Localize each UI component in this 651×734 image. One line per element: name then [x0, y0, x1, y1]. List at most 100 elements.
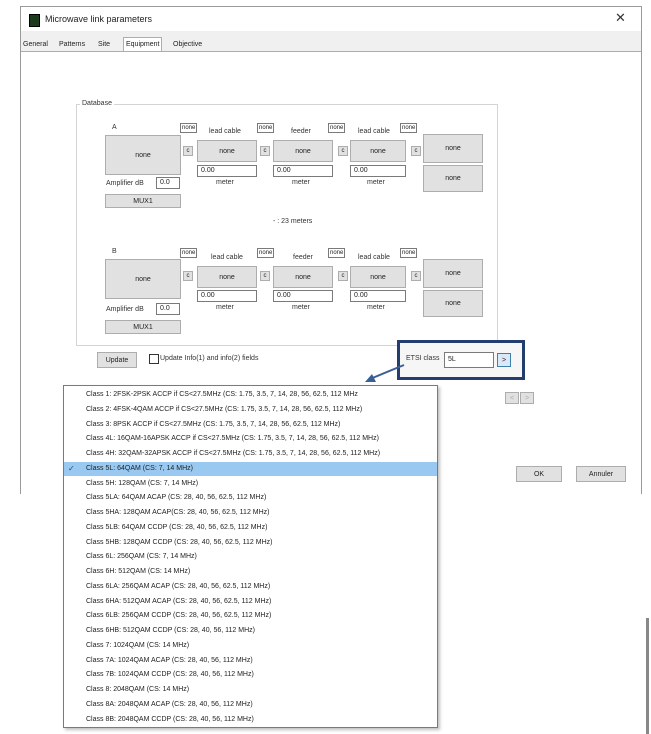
dropdown-option-label: Class 3: 8PSK ACCP if CS<27.5MHz (CS: 1.… — [86, 420, 341, 428]
check-icon: ✓ — [68, 463, 75, 473]
side-a-label: A — [112, 124, 117, 131]
close-icon[interactable]: ✕ — [615, 10, 626, 26]
dropdown-option[interactable]: Class 5LB: 64QAM CCDP (CS: 28, 40, 56, 6… — [64, 521, 437, 535]
dropdown-option[interactable]: Class 7: 1024QAM (CS: 14 MHz) — [64, 639, 437, 653]
dropdown-option[interactable]: Class 8B: 2048QAM CCDP (CS: 28, 40, 56, … — [64, 713, 437, 727]
side-b-seg1-title: lead cable — [211, 254, 243, 261]
side-a-right-button-2[interactable]: none — [423, 165, 483, 192]
side-b-seg1-unit: meter — [216, 304, 234, 311]
side-a-equipment-button[interactable]: none — [105, 135, 181, 175]
dropdown-option-label: Class 6L: 256QAM (CS: 7, 14 MHz) — [86, 553, 197, 561]
tab-objective[interactable]: Objective — [171, 39, 204, 51]
dropdown-option[interactable]: Class 5HA: 128QAM ACAP(CS: 28, 40, 56, 6… — [64, 506, 437, 520]
side-a-seg2-length-input[interactable]: 0.00 — [273, 165, 333, 177]
dropdown-option[interactable]: Class 3: 8PSK ACCP if CS<27.5MHz (CS: 1.… — [64, 418, 437, 432]
side-a-seg1-c-button[interactable]: c — [183, 146, 193, 156]
nav-next-button[interactable]: > — [520, 392, 534, 404]
side-a-seg1-length-input[interactable]: 0.00 — [197, 165, 257, 177]
dropdown-option-label: Class 5L: 64QAM (CS: 7, 14 MHz) — [86, 464, 193, 472]
dropdown-option[interactable]: Class 7B: 1024QAM CCDP (CS: 28, 40, 56, … — [64, 668, 437, 682]
dropdown-option-label: Class 6HB: 512QAM CCDP (CS: 28, 40, 56, … — [86, 627, 255, 634]
dropdown-option-label: Class 6H: 512QAM (CS: 14 MHz) — [86, 568, 191, 575]
side-a-seg3-c-button[interactable]: c — [338, 146, 348, 156]
dropdown-option-label: Class 7: 1024QAM (CS: 14 MHz) — [86, 641, 190, 649]
window-title: Microwave link parameters — [45, 14, 153, 24]
side-a-end-c-button[interactable]: c — [411, 146, 421, 156]
ok-button[interactable]: OK — [516, 466, 562, 482]
dropdown-option-label: Class 1: 2FSK-2PSK ACCP if CS<27.5MHz (C… — [86, 391, 358, 398]
side-a-seg1-none-tag: none — [180, 123, 198, 133]
dropdown-option[interactable]: Class 5HB: 128QAM CCDP (CS: 28, 40, 56, … — [64, 536, 437, 550]
database-label: Database — [80, 100, 114, 107]
dropdown-option[interactable]: Class 8A: 2048QAM ACAP (CS: 28, 40, 56, … — [64, 698, 437, 712]
side-b-seg2-button[interactable]: none — [273, 266, 333, 288]
tab-bar: General Patterns Site Equipment Objectiv… — [21, 37, 641, 52]
side-a-seg2-button[interactable]: none — [273, 140, 333, 162]
dropdown-option[interactable]: Class 6H: 512QAM (CS: 14 MHz) — [64, 565, 437, 579]
tab-general[interactable]: General — [21, 39, 50, 51]
dropdown-option[interactable]: Class 6HA: 512QAM ACAP (CS: 28, 40, 56, … — [64, 595, 437, 609]
side-b-seg1-c-button[interactable]: c — [183, 271, 193, 281]
side-b-right-button-1[interactable]: none — [423, 259, 483, 288]
side-a-seg1-title: lead cable — [209, 128, 241, 135]
side-a-amplifier-input[interactable]: 0.0 — [156, 177, 180, 189]
dropdown-option-label: Class 8: 2048QAM (CS: 14 MHz) — [86, 686, 190, 693]
annotation-arrow-icon — [365, 364, 405, 382]
dropdown-option-label: Class 6LB: 256QAM CCDP (CS: 28, 40, 56, … — [86, 612, 272, 620]
side-b-seg1-button[interactable]: none — [197, 266, 257, 288]
dropdown-option[interactable]: Class 8: 2048QAM (CS: 14 MHz) — [64, 683, 437, 697]
side-b-seg3-c-button[interactable]: c — [338, 271, 348, 281]
dropdown-option-label: Class 6LA: 256QAM ACAP (CS: 28, 40, 56, … — [86, 582, 271, 590]
dropdown-option-label: Class 7A: 1024QAM ACAP (CS: 28, 40, 56, … — [86, 656, 253, 664]
nav-prev-button[interactable]: < — [505, 392, 519, 404]
side-a-seg3-none-tag: none — [328, 123, 346, 133]
dropdown-option-label: Class 5LB: 64QAM CCDP (CS: 28, 40, 56, 6… — [86, 523, 268, 531]
update-info-checkbox[interactable] — [149, 354, 159, 364]
side-b-amplifier-input[interactable]: 0.0 — [156, 303, 180, 315]
update-button[interactable]: Update — [97, 352, 137, 368]
dropdown-option[interactable]: Class 4L: 16QAM-16APSK ACCP if CS<27.5MH… — [64, 432, 437, 446]
side-b-mux-button[interactable]: MUX1 — [105, 320, 181, 334]
tab-site[interactable]: Site — [96, 39, 112, 51]
dropdown-option[interactable]: Class 2: 4FSK-4QAM ACCP if CS<27.5MHz (C… — [64, 403, 437, 417]
dropdown-option[interactable]: Class 7A: 1024QAM ACAP (CS: 28, 40, 56, … — [64, 654, 437, 668]
side-a-right-button-1[interactable]: none — [423, 134, 483, 163]
side-a-seg2-c-button[interactable]: c — [260, 146, 270, 156]
dropdown-option[interactable]: Class 5LA: 64QAM ACAP (CS: 28, 40, 56, 6… — [64, 491, 437, 505]
tab-patterns[interactable]: Patterns — [57, 39, 87, 51]
dropdown-option[interactable]: Class 6LB: 256QAM CCDP (CS: 28, 40, 56, … — [64, 609, 437, 623]
dropdown-option-label: Class 5H: 128QAM (CS: 7, 14 MHz) — [86, 479, 199, 487]
side-b-seg1-length-input[interactable]: 0.00 — [197, 290, 257, 302]
side-a-mux-button[interactable]: MUX1 — [105, 194, 181, 208]
etsi-class-input[interactable]: 5L — [444, 352, 494, 368]
side-b-equipment-button[interactable]: none — [105, 259, 181, 299]
etsi-class-go-button[interactable]: > — [497, 353, 511, 367]
dropdown-option[interactable]: Class 5H: 128QAM (CS: 7, 14 MHz) — [64, 477, 437, 491]
dropdown-option[interactable]: Class 6LA: 256QAM ACAP (CS: 28, 40, 56, … — [64, 580, 437, 594]
cancel-button[interactable]: Annuler — [576, 466, 626, 482]
dropdown-option[interactable]: Class 6L: 256QAM (CS: 7, 14 MHz) — [64, 550, 437, 564]
dropdown-option[interactable]: Class 4H: 32QAM-32APSK ACCP if CS<27.5MH… — [64, 447, 437, 461]
dropdown-option-label: Class 5HB: 128QAM CCDP (CS: 28, 40, 56, … — [86, 538, 273, 546]
dropdown-option-label: Class 5HA: 128QAM ACAP(CS: 28, 40, 56, 6… — [86, 509, 270, 516]
side-b-seg2-length-input[interactable]: 0.00 — [273, 290, 333, 302]
link-distance-text: - : 23 meters — [273, 218, 313, 225]
tab-equipment[interactable]: Equipment — [123, 37, 163, 52]
app-icon — [29, 14, 40, 27]
dropdown-option[interactable]: Class 1: 2FSK-2PSK ACCP if CS<27.5MHz (C… — [64, 388, 437, 402]
side-b-end-none-tag: none — [400, 248, 418, 258]
scrollbar[interactable] — [646, 618, 649, 734]
side-a-seg2-unit: meter — [292, 179, 310, 186]
side-b-right-button-2[interactable]: none — [423, 290, 483, 317]
side-b-seg1-none-tag: none — [180, 248, 198, 258]
side-b-seg3-button[interactable]: none — [350, 266, 406, 288]
side-a-seg3-button[interactable]: none — [350, 140, 406, 162]
dropdown-option[interactable]: Class 6HB: 512QAM CCDP (CS: 28, 40, 56, … — [64, 624, 437, 638]
side-b-seg3-length-input[interactable]: 0.00 — [350, 290, 406, 302]
side-a-seg3-length-input[interactable]: 0.00 — [350, 165, 406, 177]
dropdown-option[interactable]: ✓ Class 5L: 64QAM (CS: 7, 14 MHz) — [64, 461, 437, 476]
side-a-seg2-title: feeder — [291, 128, 311, 135]
side-a-seg1-button[interactable]: none — [197, 140, 257, 162]
side-b-end-c-button[interactable]: c — [411, 271, 421, 281]
side-b-seg2-c-button[interactable]: c — [260, 271, 270, 281]
